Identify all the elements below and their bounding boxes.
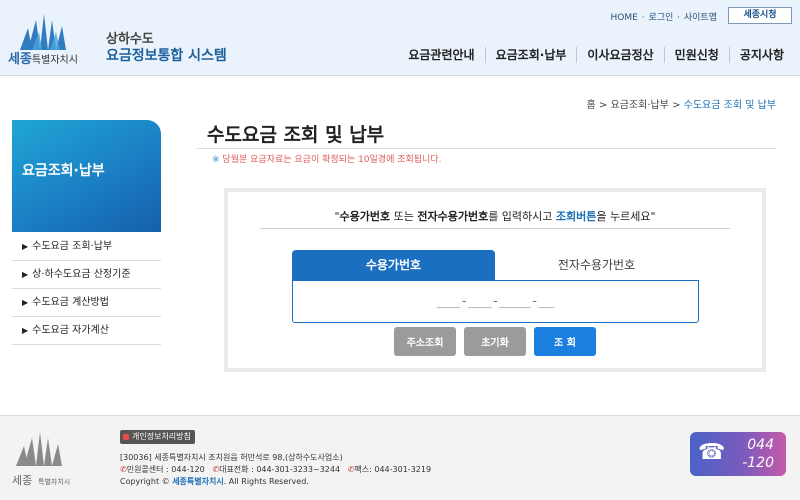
notice-message: 당월분 요금자료는 요금이 확정되는 10일경에 조회됩니다. bbox=[222, 155, 442, 165]
sidebar-item-calc-method[interactable]: ▶ 수도요금 계산방법 bbox=[12, 289, 161, 317]
sejong-city-hall-label: 세종시청 bbox=[743, 10, 777, 20]
footer-address-line: [30036] 세종특별자치시 조치원읍 허만석로 98,(상하수도사업소) bbox=[120, 453, 343, 462]
tab-label: 전자수용가번호 bbox=[557, 258, 636, 272]
gnb-fee-info[interactable]: 요금관련안내 bbox=[398, 47, 484, 63]
sejong-city-hall-button[interactable]: 세종시청 bbox=[728, 7, 792, 24]
sidebar-item-label: 수도요금 자가계산 bbox=[32, 325, 109, 336]
tab-customer-number[interactable]: 수용가번호 bbox=[292, 250, 495, 280]
notice-mark: ※ bbox=[212, 155, 220, 165]
sidebar-item-label: 수도요금 계산방법 bbox=[32, 297, 109, 308]
logo-text: 세종특별자치시 bbox=[8, 48, 78, 67]
copyright-suffix: . All Rights Reserved. bbox=[223, 477, 309, 486]
svg-text:특별자치시: 특별자치시 bbox=[38, 477, 70, 486]
main-phone-value: 044-301-3233~3244 bbox=[256, 465, 341, 474]
phone-icon: ☎ bbox=[698, 440, 726, 465]
instr-part6: 을 누르세요 bbox=[596, 210, 651, 223]
privacy-policy-link[interactable]: 개인정보처리방침 bbox=[120, 430, 195, 444]
gnb-fee-payment[interactable]: 요금조회·납부 bbox=[484, 47, 577, 63]
fax-label: 팩스 bbox=[354, 465, 370, 474]
reset-button[interactable]: 초기화 bbox=[464, 327, 526, 356]
breadcrumb-level1[interactable]: 요금조회·납부 bbox=[611, 100, 669, 111]
action-buttons: 주소조회 초기화 조 회 bbox=[228, 327, 762, 356]
title-divider bbox=[196, 148, 776, 149]
triangle-right-icon: ▶ bbox=[22, 270, 29, 279]
breadcrumb-current: 수도요금 조회 및 납부 bbox=[683, 100, 776, 111]
privacy-policy-label: 개인정보처리방침 bbox=[132, 432, 191, 441]
civil-center-value: 044-120 bbox=[171, 465, 205, 474]
logo-city: 세종 bbox=[8, 52, 32, 67]
page-title: 수도요금 조회 및 납부 bbox=[207, 124, 385, 146]
instr-part4: 를 입력하시고 bbox=[488, 210, 556, 223]
triangle-right-icon: ▶ bbox=[22, 326, 29, 335]
util-home-link[interactable]: HOME bbox=[611, 13, 638, 23]
svg-text:세종: 세종 bbox=[12, 474, 32, 487]
call-number-line1: 044 bbox=[747, 437, 774, 453]
address-search-button[interactable]: 주소조회 bbox=[394, 327, 456, 356]
call-center-number: 044 -120 bbox=[742, 436, 774, 472]
sidebar-item-fee-criteria[interactable]: ▶ 상·하수도요금 산정기준 bbox=[12, 261, 161, 289]
tab-e-customer-number[interactable]: 전자수용가번호 bbox=[495, 250, 698, 280]
phone-icon: ✆ bbox=[120, 465, 127, 474]
triangle-right-icon: ▶ bbox=[22, 242, 29, 251]
instr-part5: 조회버튼 bbox=[555, 210, 597, 223]
system-title: 상하수도 요금정보통합 시스템 bbox=[106, 32, 227, 64]
system-title-line1: 상하수도 bbox=[106, 32, 154, 47]
system-title-line2: 요금정보통합 시스템 bbox=[106, 48, 227, 64]
civil-center-label: 민원콜센터 bbox=[126, 465, 164, 474]
tab-label: 수용가번호 bbox=[365, 258, 422, 272]
sidebar-item-self-calc[interactable]: ▶ 수도요금 자가계산 bbox=[12, 317, 161, 345]
gnb-notice[interactable]: 공지사항 bbox=[728, 47, 794, 63]
instr-part1: 수용가번호 bbox=[339, 210, 391, 223]
breadcrumb-home[interactable]: 홈 bbox=[587, 100, 596, 111]
sidebar-item-label: 상·하수도요금 산정기준 bbox=[32, 269, 131, 280]
site-header: 세종특별자치시 상하수도 요금정보통합 시스템 HOME · 로그인 · 사이트… bbox=[0, 0, 800, 76]
breadcrumb: 홈 > 요금조회·납부 > 수도요금 조회 및 납부 bbox=[587, 96, 776, 111]
util-sitemap-link[interactable]: 사이트맵 bbox=[684, 13, 717, 23]
sidebar-menu: ▶ 수도요금 조회·납부 ▶ 상·하수도요금 산정기준 ▶ 수도요금 계산방법 ▶ 수도… bbox=[12, 233, 161, 345]
customer-number-input[interactable] bbox=[293, 281, 698, 322]
breadcrumb-sep: > bbox=[598, 100, 608, 111]
instr-part2: 또는 bbox=[390, 210, 418, 223]
search-panel: "수용가번호 또는 전자수용가번호를 입력하시고 조회버튼을 누르세요" 수용가… bbox=[224, 188, 766, 372]
logo-city-suffix: 특별자치시 bbox=[31, 55, 78, 66]
gnb-moving-settlement[interactable]: 이사요금정산 bbox=[576, 47, 663, 63]
sejong-emblem-icon: 세종 특별자치시 bbox=[12, 432, 70, 487]
notice-text: ※ 당월분 요금자료는 요금이 확정되는 10일경에 조회됩니다. bbox=[212, 152, 441, 165]
instr-quote-close: " bbox=[650, 210, 656, 223]
util-login-link[interactable]: 로그인 bbox=[648, 13, 673, 23]
call-number-line2: -120 bbox=[742, 455, 774, 471]
fax-value: 044-301-3219 bbox=[374, 465, 432, 474]
utility-links: HOME · 로그인 · 사이트맵 bbox=[610, 13, 717, 23]
footer-phone-line: ✆민원콜센터 : 044-120 ✆대표전화 : 044-301-3233~32… bbox=[120, 465, 432, 474]
sidebar-title: 요금조회·납부 bbox=[22, 163, 105, 179]
sidebar-item-fee-payment[interactable]: ▶ 수도요금 조회·납부 bbox=[12, 233, 161, 261]
customer-number-input-box bbox=[292, 280, 699, 323]
site-footer: 세종 특별자치시 개인정보처리방침 [30036] 세종특별자치시 조치원읍 허… bbox=[0, 415, 800, 500]
instr-part3: 전자수용가번호 bbox=[417, 210, 489, 223]
sidebar-header: 요금조회·납부 bbox=[12, 120, 161, 232]
footer-copyright: Copyright © 세종특별자치시. All Rights Reserved… bbox=[120, 476, 431, 488]
breadcrumb-sep: > bbox=[672, 100, 681, 111]
main-phone-label: 대표전화 bbox=[219, 465, 249, 474]
search-instruction: "수용가번호 또는 전자수용가번호를 입력하시고 조회버튼을 누르세요" bbox=[228, 208, 762, 224]
copyright-prefix: Copyright © bbox=[120, 477, 170, 486]
search-button[interactable]: 조 회 bbox=[534, 327, 596, 356]
instruction-divider bbox=[260, 228, 730, 229]
call-center-badge[interactable]: ☎ 044 -120 bbox=[690, 432, 786, 476]
gnb-civil-request[interactable]: 민원신청 bbox=[663, 47, 729, 63]
triangle-right-icon: ▶ bbox=[22, 298, 29, 307]
footer-address: [30036] 세종특별자치시 조치원읍 허만석로 98,(상하수도사업소) ✆… bbox=[120, 452, 431, 488]
global-nav: 요금관련안내 요금조회·납부 이사요금정산 민원신청 공지사항 bbox=[398, 47, 794, 63]
sidebar-item-label: 수도요금 조회·납부 bbox=[32, 241, 113, 252]
copyright-brand: 세종특별자치시 bbox=[172, 477, 224, 486]
